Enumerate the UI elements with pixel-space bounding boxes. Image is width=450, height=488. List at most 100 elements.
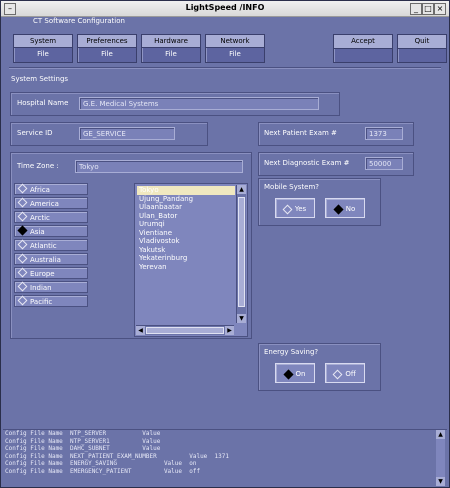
region-label: Atlantic (30, 242, 57, 250)
next-patient-exam-label: Next Patient Exam # (264, 129, 337, 137)
region-africa-button[interactable]: Africa (14, 183, 88, 195)
list-item[interactable]: Ulaanbaatar (137, 203, 235, 212)
radio-diamond-icon (17, 295, 28, 306)
hospital-name-panel: Hospital Name G.E. Medical Systems (10, 92, 340, 116)
region-atlantic-button[interactable]: Atlantic (14, 239, 88, 251)
quit-button-label: Quit (398, 35, 446, 49)
energy-on-label: On (295, 370, 306, 378)
list-item[interactable]: Yerevan (137, 263, 235, 272)
service-id-panel: Service ID GE_SERVICE (10, 122, 208, 146)
radio-diamond-icon (17, 183, 28, 194)
radio-diamond-icon (17, 211, 28, 222)
mobile-no-label: No (345, 205, 356, 213)
region-america-button[interactable]: America (14, 197, 88, 209)
network-file-button[interactable]: Network File (205, 34, 265, 63)
scroll-right-icon[interactable]: ▶ (225, 326, 234, 335)
list-item[interactable]: Ujung_Pandang (137, 195, 235, 204)
region-label: Africa (30, 186, 50, 194)
region-asia-button[interactable]: Asia (14, 225, 88, 237)
scroll-thumb[interactable] (238, 197, 245, 307)
region-europe-button[interactable]: Europe (14, 267, 88, 279)
region-label: Europe (30, 270, 55, 278)
city-list[interactable]: Tokyo Ujung_Pandang Ulaanbaatar Ulan_Bat… (134, 183, 248, 337)
preferences-file-button[interactable]: Preferences File (77, 34, 137, 63)
config-log[interactable]: Config File Name NTP_SERVER Value Config … (3, 429, 447, 486)
title-bar: – LightSpeed /INFO _ □ × (1, 1, 449, 17)
next-patient-exam-field[interactable]: 1373 (365, 127, 403, 140)
system-settings-title: System Settings (11, 75, 69, 83)
list-item[interactable]: Urumqi (137, 220, 235, 229)
accept-button[interactable]: Accept (333, 34, 393, 63)
city-list-vertical-scrollbar[interactable]: ▲ ▼ (236, 185, 246, 323)
hospital-name-label: Hospital Name (17, 99, 69, 107)
energy-saving-panel: Energy Saving? On Off (258, 343, 381, 391)
list-item[interactable]: Yakutsk (137, 246, 235, 255)
log-line: Config File Name NEXT_PATIENT_EXAM_NUMBE… (5, 452, 229, 460)
next-diagnostic-exam-label: Next Diagnostic Exam # (264, 159, 350, 167)
region-pacific-button[interactable]: Pacific (14, 295, 88, 307)
hardware-button-label: Hardware (142, 35, 200, 48)
region-label: Indian (30, 284, 52, 292)
quit-button[interactable]: Quit (397, 34, 447, 63)
preferences-button-label: Preferences (78, 35, 136, 48)
energy-on-button[interactable]: On (275, 363, 315, 383)
scroll-thumb[interactable] (146, 327, 224, 334)
window-title: LightSpeed /INFO (185, 3, 265, 12)
region-indian-button[interactable]: Indian (14, 281, 88, 293)
scroll-up-icon[interactable]: ▲ (436, 430, 445, 439)
scroll-up-icon[interactable]: ▲ (237, 185, 246, 194)
log-line: Config File Name NTP_SERVER1 Value (5, 437, 161, 445)
next-patient-exam-panel: Next Patient Exam # 1373 (258, 122, 414, 146)
radio-diamond-icon (282, 204, 293, 214)
region-label: Pacific (30, 298, 53, 306)
mobile-system-panel: Mobile System? Yes No (258, 178, 381, 226)
app-window: – LightSpeed /INFO _ □ × CT Software Con… (0, 0, 450, 488)
region-label: Australia (30, 256, 61, 264)
hospital-name-field[interactable]: G.E. Medical Systems (79, 97, 319, 110)
mobile-no-button[interactable]: No (325, 198, 365, 218)
region-label: Arctic (30, 214, 50, 222)
log-vertical-scrollbar[interactable]: ▲ ▼ (436, 430, 445, 486)
hardware-file-button[interactable]: Hardware File (141, 34, 201, 63)
network-button-label: Network (206, 35, 264, 48)
config-log-lines: Config File Name NTP_SERVER Value Config … (5, 430, 433, 476)
radio-diamond-icon (17, 281, 28, 292)
log-line: Config File Name NTP_SERVER Value (5, 430, 161, 437)
time-zone-field[interactable]: Tokyo (75, 160, 243, 173)
radio-diamond-icon (333, 204, 344, 214)
list-item[interactable]: Vladivostok (137, 237, 235, 246)
system-button-sublabel: File (37, 50, 49, 58)
service-id-field[interactable]: GE_SERVICE (79, 127, 175, 140)
region-arctic-button[interactable]: Arctic (14, 211, 88, 223)
radio-diamond-icon (17, 267, 28, 278)
maximize-icon[interactable]: □ (422, 3, 434, 15)
energy-off-label: Off (345, 370, 356, 378)
region-label: Asia (30, 228, 45, 236)
radio-diamond-icon (17, 239, 28, 250)
scroll-down-icon[interactable]: ▼ (436, 477, 445, 486)
hardware-button-sublabel: File (165, 50, 177, 58)
list-item[interactable]: Tokyo (137, 186, 235, 195)
system-button-label: System (14, 35, 72, 48)
city-list-horizontal-scrollbar[interactable]: ◀ ▶ (136, 325, 234, 335)
network-button-sublabel: File (229, 50, 241, 58)
log-line: Config File Name EMERGENCY_PATIENT Value… (5, 467, 201, 475)
next-diagnostic-exam-field[interactable]: 50000 (365, 157, 403, 170)
close-icon[interactable]: × (434, 3, 446, 15)
radio-diamond-icon (17, 197, 28, 208)
header-divider (9, 67, 441, 68)
scroll-down-icon[interactable]: ▼ (237, 314, 246, 323)
energy-off-button[interactable]: Off (325, 363, 365, 383)
scroll-left-icon[interactable]: ◀ (136, 326, 145, 335)
mobile-yes-button[interactable]: Yes (275, 198, 315, 218)
radio-diamond-icon (17, 225, 28, 236)
minimize-icon[interactable]: _ (410, 3, 422, 15)
list-item[interactable]: Yekaterinburg (137, 254, 235, 263)
list-item[interactable]: Ulan_Bator (137, 212, 235, 221)
log-line: Config File Name DAHC_SUBNET Value (5, 445, 161, 453)
mobile-system-label: Mobile System? (264, 183, 320, 191)
system-file-button[interactable]: System File (13, 34, 73, 63)
list-item[interactable]: Vientiane (137, 229, 235, 238)
service-id-label: Service ID (17, 129, 53, 137)
region-australia-button[interactable]: Australia (14, 253, 88, 265)
